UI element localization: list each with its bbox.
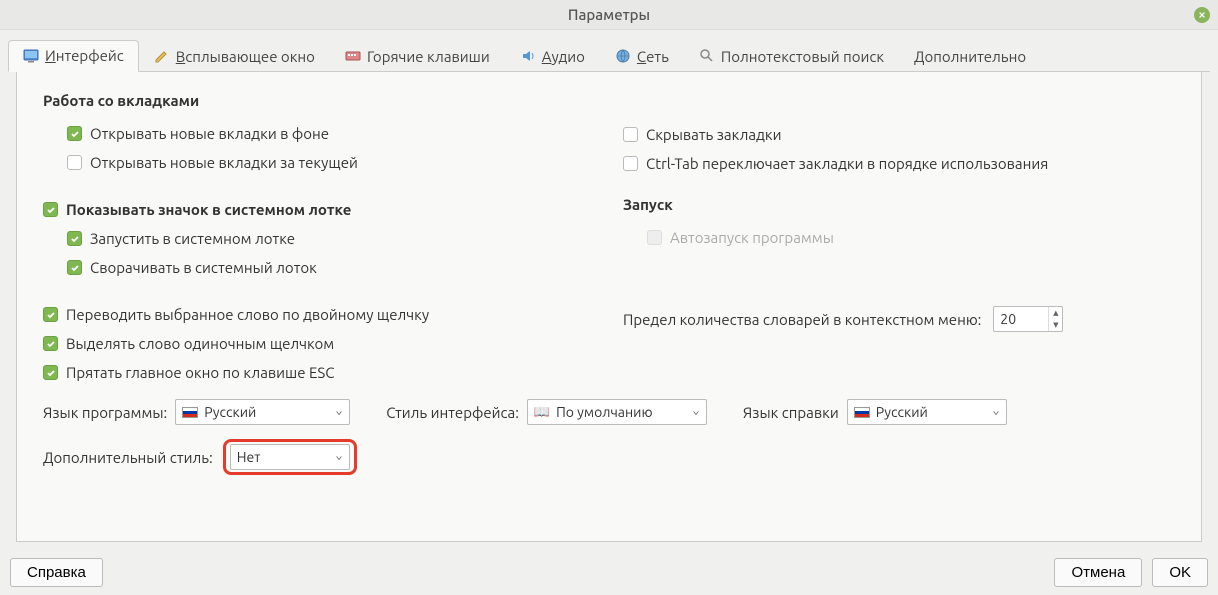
addon-style-value: Нет	[237, 449, 261, 465]
check-open-bg-label: Открывать новые вкладки в фоне	[90, 125, 329, 142]
close-button[interactable]	[1194, 7, 1210, 23]
check-ctrl-tab-row: Ctrl-Tab переключает закладки в порядке …	[623, 149, 1181, 178]
tab-content: Работа со вкладками Открывать новые вкла…	[16, 72, 1202, 542]
spinner-down[interactable]: ▼	[1049, 319, 1062, 331]
tabs-container: ИИнтерфейснтерфейс Всплывающее окно Горя…	[0, 30, 1218, 542]
check-open-bg[interactable]	[67, 126, 82, 141]
window-title: Параметры	[568, 6, 650, 23]
dict-limit-row: Предел количества словарей в контекстном…	[623, 300, 1181, 338]
flag-ru-icon	[182, 407, 198, 418]
search-icon	[699, 48, 715, 64]
dict-limit-spinner[interactable]: 20 ▲ ▼	[993, 306, 1063, 332]
check-ctrl-tab-label: Ctrl-Tab переключает закладки в порядке …	[646, 155, 1048, 172]
help-lang-combo[interactable]: Русский	[847, 399, 1007, 425]
check-ctrl-tab[interactable]	[623, 156, 638, 171]
tab-network[interactable]: Сеть	[600, 40, 684, 72]
check-open-after-row: Открывать новые вкладки за текущей	[43, 148, 603, 177]
check-start-tray-label: Запустить в системном лотке	[90, 230, 295, 247]
check-single-select[interactable]	[43, 336, 58, 351]
tab-popup[interactable]: Всплывающее окно	[139, 40, 330, 72]
style-label: Стиль интерфейса:	[386, 404, 519, 421]
check-dbl-translate-row: Переводить выбранное слово по двойному щ…	[43, 300, 603, 329]
chevron-down-icon	[692, 404, 700, 420]
check-single-select-label: Выделять слово одиночным щелчком	[66, 335, 334, 352]
style-value: По умолчанию	[556, 404, 652, 420]
check-show-tray[interactable]	[43, 202, 58, 217]
check-dbl-translate-label: Переводить выбранное слово по двойному щ…	[66, 306, 429, 323]
spinner-up[interactable]: ▲	[1049, 307, 1062, 319]
check-show-tray-row: Показывать значок в системном лотке	[43, 195, 603, 224]
book-icon: 📖	[534, 405, 550, 420]
section-launch: Запуск	[623, 196, 1181, 213]
check-show-tray-label: Показывать значок в системном лотке	[66, 201, 351, 218]
titlebar: Параметры	[0, 0, 1218, 30]
chevron-down-icon	[335, 404, 343, 420]
chevron-down-icon	[335, 449, 343, 465]
style-combo[interactable]: 📖 По умолчанию	[527, 399, 707, 425]
prog-lang-label: Язык программы:	[43, 404, 167, 421]
globe-icon	[615, 48, 631, 64]
check-minimize-tray[interactable]	[67, 260, 82, 275]
keyboard-icon	[345, 48, 361, 64]
highlight-annotation: Нет	[223, 439, 357, 475]
tab-hotkeys[interactable]: Горячие клавиши	[330, 40, 505, 72]
check-hide-esc-label: Прятать главное окно по клавише ESC	[66, 364, 334, 381]
section-tabs-work: Работа со вкладками	[43, 92, 603, 109]
help-lang-label: Язык справки	[743, 404, 839, 421]
check-minimize-tray-row: Сворачивать в системный лоток	[43, 253, 603, 282]
prog-lang-value: Русский	[204, 404, 256, 420]
check-start-tray[interactable]	[67, 231, 82, 246]
help-lang-value: Русский	[876, 404, 928, 420]
check-autostart-row: Автозапуск программы	[623, 223, 1181, 252]
check-hide-bookmarks-row: Скрывать закладки	[623, 120, 1181, 149]
tab-advanced[interactable]: Дополнительно	[899, 40, 1041, 72]
tab-audio[interactable]: Аудио	[505, 40, 600, 72]
check-open-after-label: Открывать новые вкладки за текущей	[90, 154, 358, 171]
chevron-down-icon	[992, 404, 1000, 420]
check-start-tray-row: Запустить в системном лотке	[43, 224, 603, 253]
check-autostart-label: Автозапуск программы	[670, 229, 834, 246]
flag-ru-icon	[854, 407, 870, 418]
check-open-bg-row: Открывать новые вкладки в фоне	[43, 119, 603, 148]
check-dbl-translate[interactable]	[43, 307, 58, 322]
dialog-footer: Справка Отмена OK	[10, 558, 1208, 587]
ok-button[interactable]: OK	[1152, 558, 1208, 587]
combo-row-1: Язык программы: Русский Стиль интерфейса…	[43, 399, 1181, 425]
dict-limit-value[interactable]: 20	[994, 307, 1048, 331]
check-hide-esc-row: Прятать главное окно по клавише ESC	[43, 358, 603, 387]
check-hide-bookmarks[interactable]	[623, 127, 638, 142]
cancel-button[interactable]: Отмена	[1054, 558, 1142, 587]
right-column: Скрывать закладки Ctrl-Tab переключает з…	[623, 92, 1181, 387]
combo-row-2: Дополнительный стиль: Нет	[43, 439, 1181, 475]
check-open-after[interactable]	[67, 155, 82, 170]
addon-style-label: Дополнительный стиль:	[43, 449, 213, 466]
left-column: Работа со вкладками Открывать новые вкла…	[43, 92, 603, 387]
check-single-select-row: Выделять слово одиночным щелчком	[43, 329, 603, 358]
check-autostart	[647, 230, 662, 245]
tab-interface[interactable]: ИИнтерфейснтерфейс	[8, 40, 139, 72]
check-hide-bookmarks-label: Скрывать закладки	[646, 126, 782, 143]
tab-fulltext[interactable]: Полнотекстовый поиск	[684, 40, 899, 72]
addon-style-combo[interactable]: Нет	[230, 444, 350, 470]
speaker-icon	[520, 48, 536, 64]
monitor-icon	[23, 48, 39, 64]
dict-limit-label: Предел количества словарей в контекстном…	[623, 311, 981, 328]
tabs: ИИнтерфейснтерфейс Всплывающее окно Горя…	[8, 40, 1210, 72]
check-hide-esc[interactable]	[43, 365, 58, 380]
check-minimize-tray-label: Сворачивать в системный лоток	[90, 259, 317, 276]
help-button[interactable]: Справка	[10, 558, 103, 587]
pencil-icon	[154, 48, 170, 64]
prog-lang-combo[interactable]: Русский	[175, 399, 350, 425]
